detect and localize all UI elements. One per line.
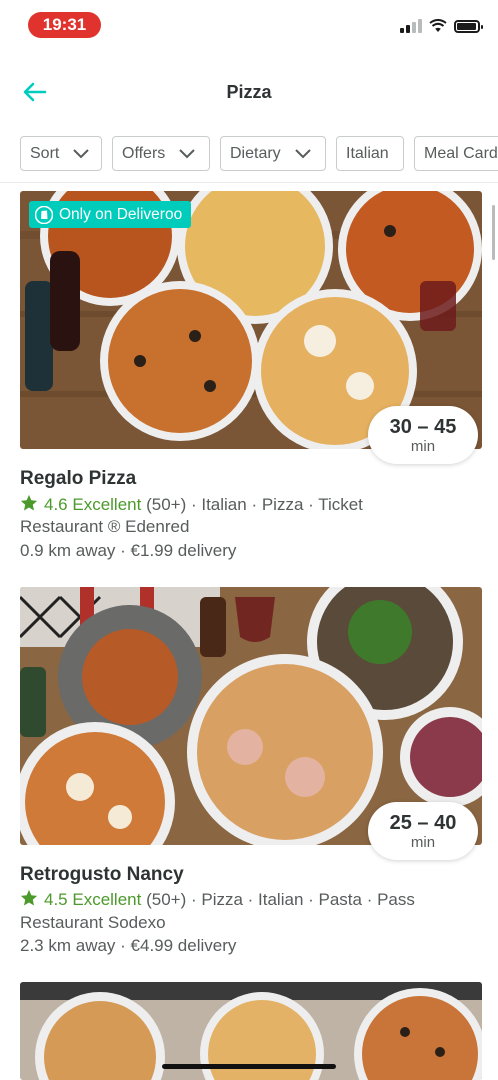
dietary-filter[interactable]: Dietary bbox=[220, 136, 326, 171]
wifi-icon bbox=[429, 19, 447, 32]
review-count: (50+) bbox=[146, 890, 187, 909]
distance-delivery: 0.9 km away · €1.99 delivery bbox=[20, 541, 237, 560]
signal-icon bbox=[400, 19, 422, 33]
cuisine-tags-continued: Restaurant Sodexo bbox=[20, 913, 166, 932]
meal-card-filter[interactable]: Meal Card bbox=[414, 136, 498, 171]
status-bar: 19:31 bbox=[0, 0, 498, 50]
delivery-time-badge: 25 – 40 min bbox=[368, 802, 478, 860]
offers-filter[interactable]: Offers bbox=[112, 136, 210, 171]
rating-label: 4.6 Excellent bbox=[44, 495, 142, 514]
restaurant-rating-line: 4.6 Excellent (50+) · Italian · Pizza · … bbox=[20, 494, 363, 515]
time-range: 30 – 45 bbox=[389, 416, 457, 438]
delivery-time-badge: 30 – 45 min bbox=[368, 406, 478, 464]
restaurant-name[interactable]: Retrogusto Nancy bbox=[20, 864, 184, 886]
sort-filter[interactable]: Sort bbox=[20, 136, 102, 171]
promo-label: Only on Deliveroo bbox=[59, 205, 183, 223]
cuisine-tags: · Pizza · Italian · Pasta · Pass bbox=[186, 890, 415, 909]
scrollbar[interactable] bbox=[492, 205, 495, 260]
cuisine-tags: · Italian · Pizza · Ticket bbox=[186, 495, 363, 514]
chip-label: Sort bbox=[30, 144, 60, 162]
italian-filter[interactable]: Italian bbox=[336, 136, 404, 171]
chip-label: Italian bbox=[346, 144, 389, 162]
time-unit: min bbox=[410, 834, 436, 851]
home-indicator[interactable] bbox=[162, 1064, 336, 1069]
cuisine-tags-continued: Restaurant ® Edenred bbox=[20, 517, 190, 536]
battery-icon bbox=[454, 19, 483, 33]
time-range: 25 – 40 bbox=[389, 812, 457, 834]
deliveroo-logo-icon bbox=[35, 205, 53, 224]
promo-badge: Only on Deliveroo bbox=[29, 201, 192, 228]
restaurant-rating-line: 4.5 Excellent (50+) · Pizza · Italian · … bbox=[20, 889, 415, 910]
status-time: 19:31 bbox=[28, 12, 101, 38]
time-unit: min bbox=[410, 438, 436, 455]
status-icons bbox=[400, 19, 483, 33]
page-header: Pizza bbox=[0, 58, 498, 128]
chevron-down-icon bbox=[179, 148, 195, 158]
star-icon bbox=[20, 494, 38, 511]
page-title: Pizza bbox=[226, 82, 272, 102]
chevron-down-icon bbox=[73, 148, 90, 158]
rating-label: 4.5 Excellent bbox=[44, 890, 142, 909]
chip-label: Dietary bbox=[230, 144, 281, 162]
review-count: (50+) bbox=[146, 495, 187, 514]
filter-bar: Sort Offers Dietary Italian Meal Card bbox=[0, 128, 498, 183]
chip-label: Meal Card bbox=[424, 144, 498, 162]
chip-label: Offers bbox=[122, 144, 166, 162]
star-icon bbox=[20, 889, 38, 906]
restaurant-name[interactable]: Regalo Pizza bbox=[20, 468, 136, 490]
chevron-down-icon bbox=[294, 148, 311, 158]
distance-delivery: 2.3 km away · €4.99 delivery bbox=[20, 936, 237, 955]
